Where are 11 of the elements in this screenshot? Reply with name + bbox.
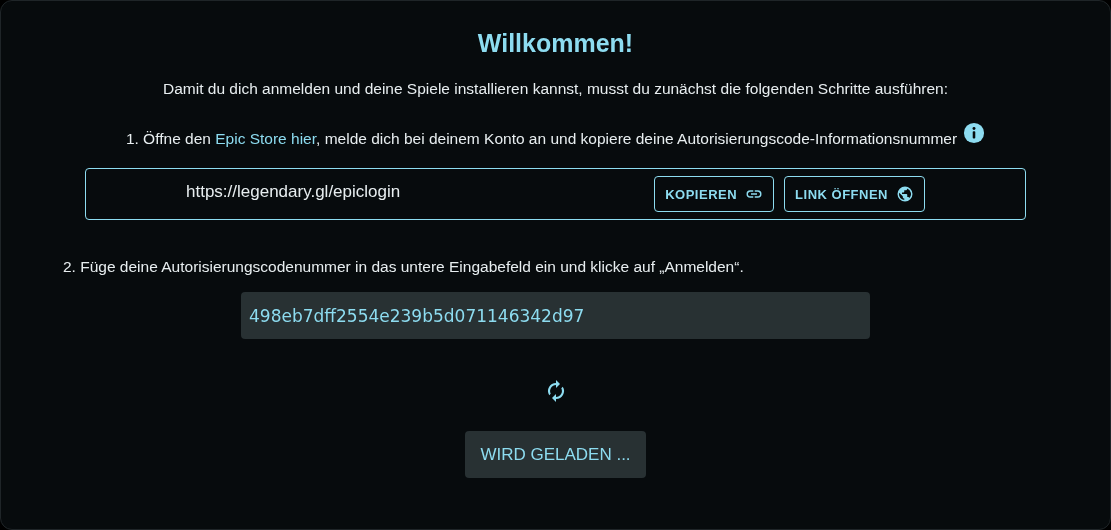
auth-code-field[interactable]: 498eb7dff2554e239b5d071146342d97	[241, 292, 870, 339]
outline-button[interactable]: LINK ÖFFNEN	[784, 176, 925, 212]
step-one-text: 1. Öffne den Epic Store hier, melde dich bei deinem Konto an und kopiere deine Autorisierungscode-Informationsnummer	[125, 130, 958, 148]
step-two-text: 2. Füge deine Autorisierungscodenummer in das untere Eingabefeld ein und klicke auf „Anmelden“.	[63, 258, 744, 276]
info-icon[interactable]	[963, 122, 986, 144]
intro-text: Damit du dich anmelden und deine Spiele installieren kannst, musst du zunächst die folgenden Schritte ausführen:	[163, 80, 948, 98]
outline-button[interactable]: KOPIEREN	[654, 176, 775, 212]
login-url: https://legendary.gl/epiclogin	[186, 182, 401, 202]
globe-icon	[896, 185, 914, 203]
welcome-title: Willkommen!	[477, 29, 634, 58]
epic-store-link[interactable]: Epic Store hier	[215, 130, 317, 147]
